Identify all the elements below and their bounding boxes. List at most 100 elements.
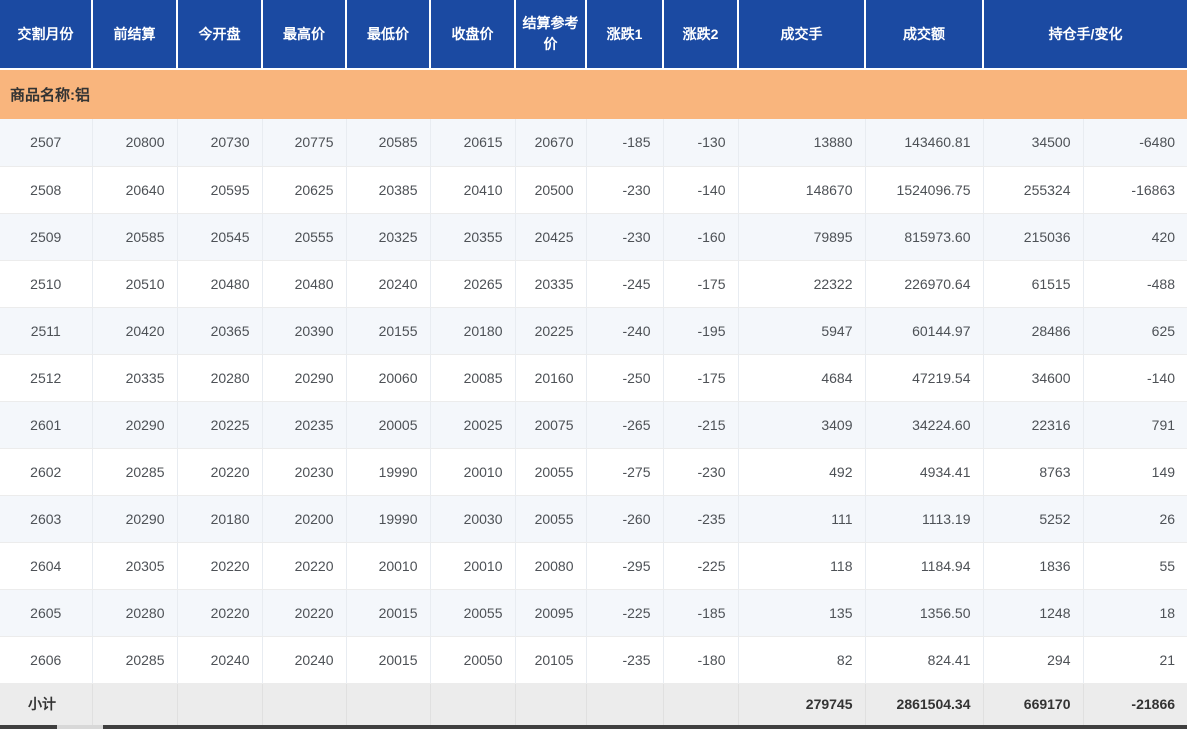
high-price-cell: 20235 — [262, 401, 346, 448]
subtotal-open-interest: 669170 — [983, 683, 1083, 725]
open-interest-cell: 215036 — [983, 213, 1083, 260]
oi-change-cell: 55 — [1083, 542, 1187, 589]
settlement-ref-price-cell: 20075 — [515, 401, 586, 448]
close-price-cell: 20180 — [430, 307, 515, 354]
settlement-ref-price-cell: 20055 — [515, 495, 586, 542]
prev-settlement-cell: 20640 — [92, 166, 177, 213]
change-2-cell: -235 — [663, 495, 738, 542]
change-2-cell: -175 — [663, 260, 738, 307]
low-price-cell: 20155 — [346, 307, 430, 354]
table-row: 2601202902022520235200052002520075-265-2… — [0, 401, 1187, 448]
delivery-month-cell: 2606 — [0, 636, 92, 683]
prev-settlement-cell: 20305 — [92, 542, 177, 589]
subtotal-empty-cell — [346, 683, 430, 725]
low-price-cell: 19990 — [346, 448, 430, 495]
table-row: 2605202802022020220200152005520095-225-1… — [0, 589, 1187, 636]
open-interest-cell: 28486 — [983, 307, 1083, 354]
low-price-cell: 20585 — [346, 119, 430, 166]
close-price-cell: 20010 — [430, 542, 515, 589]
volume-cell: 5947 — [738, 307, 865, 354]
change-2-cell: -160 — [663, 213, 738, 260]
turnover-cell: 1113.19 — [865, 495, 983, 542]
high-price-cell: 20220 — [262, 542, 346, 589]
change-2-cell: -230 — [663, 448, 738, 495]
oi-change-cell: 625 — [1083, 307, 1187, 354]
high-price-cell: 20290 — [262, 354, 346, 401]
open-price-cell: 20545 — [177, 213, 262, 260]
open-interest-cell: 5252 — [983, 495, 1083, 542]
prev-settlement-cell: 20290 — [92, 401, 177, 448]
subtotal-empty-cell — [586, 683, 663, 725]
change-2-cell: -215 — [663, 401, 738, 448]
col-header-change-2: 涨跌2 — [663, 0, 738, 69]
turnover-cell: 4934.41 — [865, 448, 983, 495]
volume-cell: 4684 — [738, 354, 865, 401]
settlement-ref-price-cell: 20335 — [515, 260, 586, 307]
oi-change-cell: 149 — [1083, 448, 1187, 495]
open-price-cell: 20180 — [177, 495, 262, 542]
prev-settlement-cell: 20800 — [92, 119, 177, 166]
col-header-change-1: 涨跌1 — [586, 0, 663, 69]
open-price-cell: 20480 — [177, 260, 262, 307]
prev-settlement-cell: 20585 — [92, 213, 177, 260]
col-header-open-price: 今开盘 — [177, 0, 262, 69]
volume-cell: 492 — [738, 448, 865, 495]
low-price-cell: 20240 — [346, 260, 430, 307]
col-header-prev-settlement: 前结算 — [92, 0, 177, 69]
table-header-row: 交割月份 前结算 今开盘 最高价 最低价 收盘价 结算参考价 涨跌1 涨跌2 成… — [0, 0, 1187, 69]
close-price-cell: 20050 — [430, 636, 515, 683]
subtotal-empty-cell — [515, 683, 586, 725]
high-price-cell: 20220 — [262, 589, 346, 636]
change-1-cell: -275 — [586, 448, 663, 495]
subtotal-empty-cell — [663, 683, 738, 725]
horizontal-scrollbar[interactable] — [0, 725, 1187, 729]
change-2-cell: -130 — [663, 119, 738, 166]
open-price-cell: 20240 — [177, 636, 262, 683]
table-row: 2606202852024020240200152005020105-235-1… — [0, 636, 1187, 683]
turnover-cell: 815973.60 — [865, 213, 983, 260]
delivery-month-cell: 2509 — [0, 213, 92, 260]
open-interest-cell: 1836 — [983, 542, 1083, 589]
high-price-cell: 20625 — [262, 166, 346, 213]
close-price-cell: 20355 — [430, 213, 515, 260]
table-row: 2508206402059520625203852041020500-230-1… — [0, 166, 1187, 213]
change-1-cell: -185 — [586, 119, 663, 166]
delivery-month-cell: 2601 — [0, 401, 92, 448]
open-interest-cell: 61515 — [983, 260, 1083, 307]
table-row: 2512203352028020290200602008520160-250-1… — [0, 354, 1187, 401]
close-price-cell: 20615 — [430, 119, 515, 166]
turnover-cell: 60144.97 — [865, 307, 983, 354]
change-1-cell: -225 — [586, 589, 663, 636]
turnover-cell: 1356.50 — [865, 589, 983, 636]
delivery-month-cell: 2510 — [0, 260, 92, 307]
subtotal-empty-cell — [262, 683, 346, 725]
low-price-cell: 20385 — [346, 166, 430, 213]
oi-change-cell: 420 — [1083, 213, 1187, 260]
open-interest-cell: 255324 — [983, 166, 1083, 213]
col-header-volume: 成交手 — [738, 0, 865, 69]
product-name-label: 商品名称:铝 — [0, 69, 1187, 119]
product-name-row: 商品名称:铝 — [0, 69, 1187, 119]
change-1-cell: -230 — [586, 213, 663, 260]
change-2-cell: -175 — [663, 354, 738, 401]
oi-change-cell: -488 — [1083, 260, 1187, 307]
close-price-cell: 20030 — [430, 495, 515, 542]
high-price-cell: 20240 — [262, 636, 346, 683]
table-row: 2509205852054520555203252035520425-230-1… — [0, 213, 1187, 260]
turnover-cell: 824.41 — [865, 636, 983, 683]
subtotal-empty-cell — [177, 683, 262, 725]
low-price-cell: 20325 — [346, 213, 430, 260]
table-row: 2604203052022020220200102001020080-295-2… — [0, 542, 1187, 589]
delivery-month-cell: 2602 — [0, 448, 92, 495]
open-price-cell: 20220 — [177, 589, 262, 636]
change-2-cell: -180 — [663, 636, 738, 683]
close-price-cell: 20085 — [430, 354, 515, 401]
open-price-cell: 20220 — [177, 542, 262, 589]
scrollbar-track-segment — [57, 725, 103, 729]
change-1-cell: -260 — [586, 495, 663, 542]
settlement-ref-price-cell: 20500 — [515, 166, 586, 213]
product-section: 商品名称:铝 — [0, 69, 1187, 119]
subtotal-empty-cell — [430, 683, 515, 725]
futures-quotes-table: 交割月份 前结算 今开盘 最高价 最低价 收盘价 结算参考价 涨跌1 涨跌2 成… — [0, 0, 1187, 725]
high-price-cell: 20230 — [262, 448, 346, 495]
